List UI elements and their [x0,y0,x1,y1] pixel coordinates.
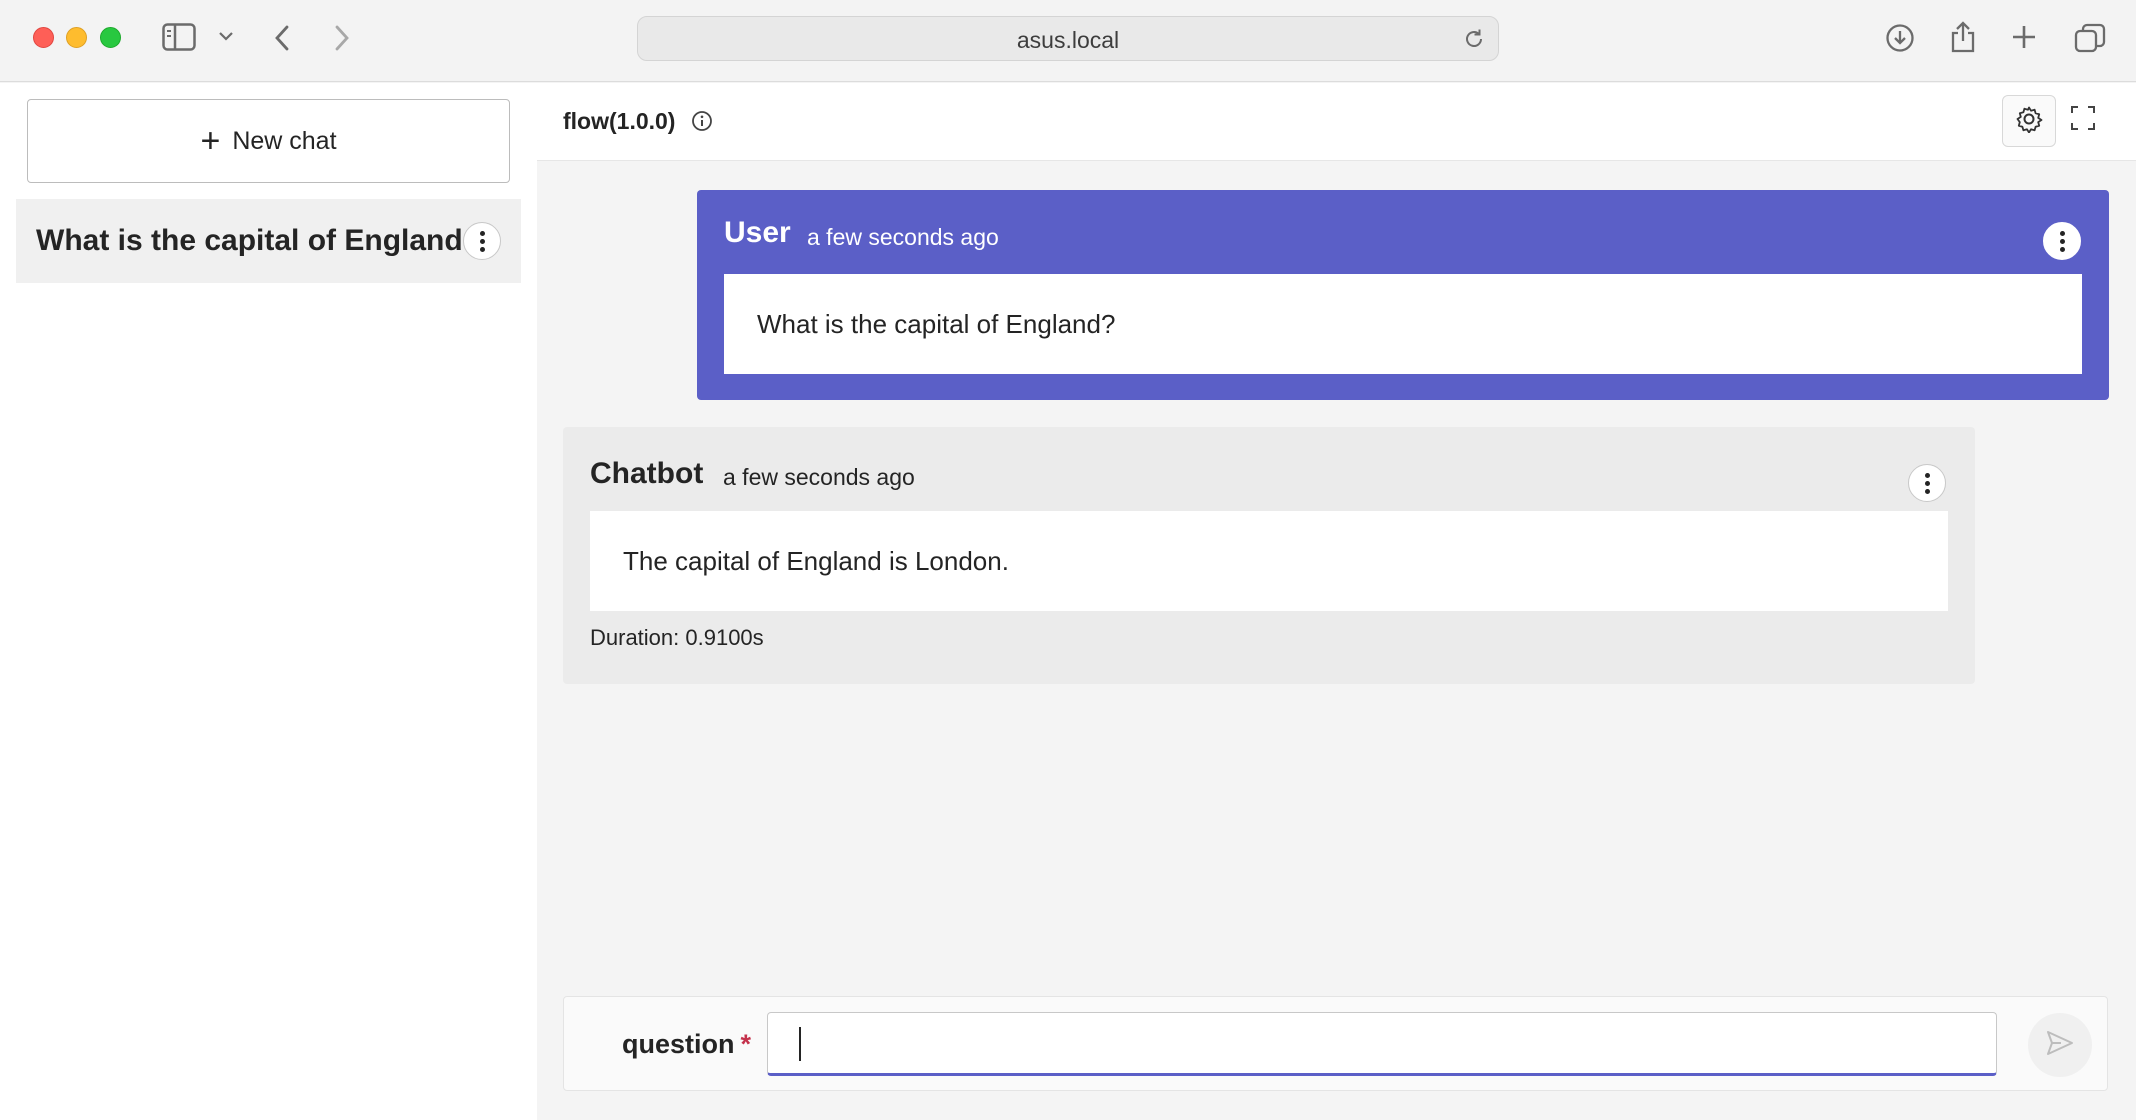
chevron-down-icon[interactable] [218,30,234,42]
more-options-icon[interactable] [2043,222,2081,260]
flow-title: flow(1.0.0) [563,108,676,134]
question-input-area: question * [563,996,2108,1091]
new-chat-button[interactable]: + New chat [27,99,510,183]
back-arrow-icon[interactable] [273,24,291,52]
url-text: asus.local [1016,27,1120,53]
new-tab-plus-icon[interactable] [2011,24,2037,50]
message-timestamp: a few seconds ago [723,464,915,490]
fullscreen-icon[interactable] [2070,105,2096,136]
minimize-window-button[interactable] [66,27,87,48]
user-message: User a few seconds ago What is the capit… [697,190,2109,400]
send-button[interactable] [2028,1013,2092,1077]
browser-toolbar: asus.local [0,0,2136,82]
tab-overview-icon[interactable] [2074,23,2106,53]
required-marker: * [740,1029,752,1059]
chat-item-title: What is the capital of England [36,224,463,257]
reload-icon[interactable] [1462,27,1486,56]
chat-list-item[interactable]: What is the capital of England [16,199,521,283]
downloads-icon[interactable] [1885,23,1915,53]
question-label-text: question [622,1029,735,1059]
zoom-window-button[interactable] [100,27,121,48]
text-caret [799,1027,801,1061]
message-author: Chatbot [590,457,704,490]
more-options-icon[interactable] [463,222,501,260]
message-timestamp: a few seconds ago [807,224,999,250]
info-icon[interactable] [691,110,713,137]
main-header: flow(1.0.0) [537,83,2136,161]
share-icon[interactable] [1950,20,1976,54]
more-options-icon[interactable] [1908,464,1946,502]
gear-icon [2015,105,2043,138]
sidebar-toggle-icon[interactable] [162,23,196,51]
message-text: The capital of England is London. [590,511,1948,611]
question-input[interactable] [767,1012,1997,1076]
bot-message: Chatbot a few seconds ago The capital of… [563,427,1975,684]
chat-sidebar: + New chat What is the capital of Englan… [0,83,537,1120]
forward-arrow-icon[interactable] [333,24,351,52]
message-author: User [724,216,791,249]
plus-icon: + [200,122,221,160]
close-window-button[interactable] [33,27,54,48]
address-bar[interactable]: asus.local [637,16,1499,61]
message-duration: Duration: 0.9100s [590,625,764,650]
question-label: question * [622,1029,751,1060]
settings-button[interactable] [2002,95,2056,147]
send-icon [2045,1028,2075,1063]
message-text: What is the capital of England? [724,274,2082,374]
new-chat-label: New chat [232,126,337,155]
